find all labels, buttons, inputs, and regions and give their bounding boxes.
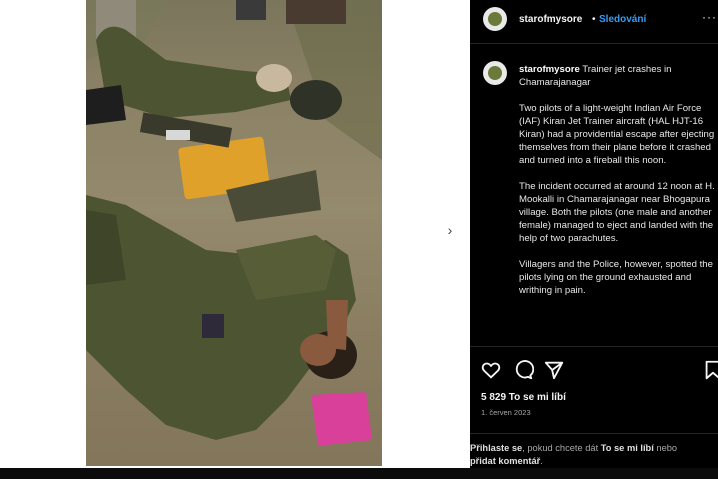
- login-text-end: .: [540, 456, 543, 466]
- chevron-right-icon: ›: [447, 222, 453, 238]
- post-header: starofmysore • Sledování ···: [470, 0, 718, 44]
- caption-avatar[interactable]: [483, 61, 507, 85]
- bottom-bar: [0, 468, 718, 479]
- caption-paragraph: Villagers and the Police, however, spott…: [519, 259, 713, 296]
- more-options-icon[interactable]: ···: [702, 10, 717, 24]
- caption-text: starofmysore Trainer jet crashes in Cham…: [519, 63, 716, 310]
- caption-paragraph: The incident occurred at around 12 noon …: [519, 181, 715, 244]
- share-icon[interactable]: [543, 359, 565, 381]
- bookmark-icon[interactable]: [702, 359, 718, 381]
- photo-illustration: [86, 0, 382, 466]
- caption-username[interactable]: starofmysore: [519, 64, 580, 75]
- post-photo[interactable]: [86, 0, 382, 466]
- header-username[interactable]: starofmysore: [519, 14, 582, 25]
- caption-paragraph: Two pilots of a light-weight Indian Air …: [519, 103, 715, 166]
- login-text: , pokud chcete dát: [522, 443, 601, 453]
- post-side-panel: starofmysore • Sledování ··· starofmysor…: [470, 0, 718, 468]
- actions-section: 5 829 To se mi líbí 1. červen 2023 Přihl…: [470, 346, 718, 466]
- login-text-or: nebo: [653, 443, 678, 453]
- separator-dot: •: [592, 14, 596, 25]
- likes-count[interactable]: 5 829 To se mi líbí: [481, 392, 566, 403]
- comment-icon[interactable]: [512, 359, 534, 381]
- avatar[interactable]: [483, 7, 507, 31]
- login-prompt: Přihlaste se, pokud chcete dát To se mi …: [470, 433, 718, 468]
- follow-button[interactable]: Sledování: [599, 14, 646, 25]
- heart-icon[interactable]: [480, 359, 502, 381]
- next-image-button[interactable]: ›: [440, 220, 460, 240]
- like-link[interactable]: To se mi líbí: [601, 443, 654, 453]
- post-date[interactable]: 1. červen 2023: [481, 408, 531, 417]
- media-area: ›: [0, 0, 470, 468]
- comment-link[interactable]: přidat komentář: [470, 456, 540, 466]
- login-link[interactable]: Přihlaste se: [470, 443, 522, 453]
- instagram-post-view: › starofmysore • Sledování ··· starofmys…: [0, 0, 718, 479]
